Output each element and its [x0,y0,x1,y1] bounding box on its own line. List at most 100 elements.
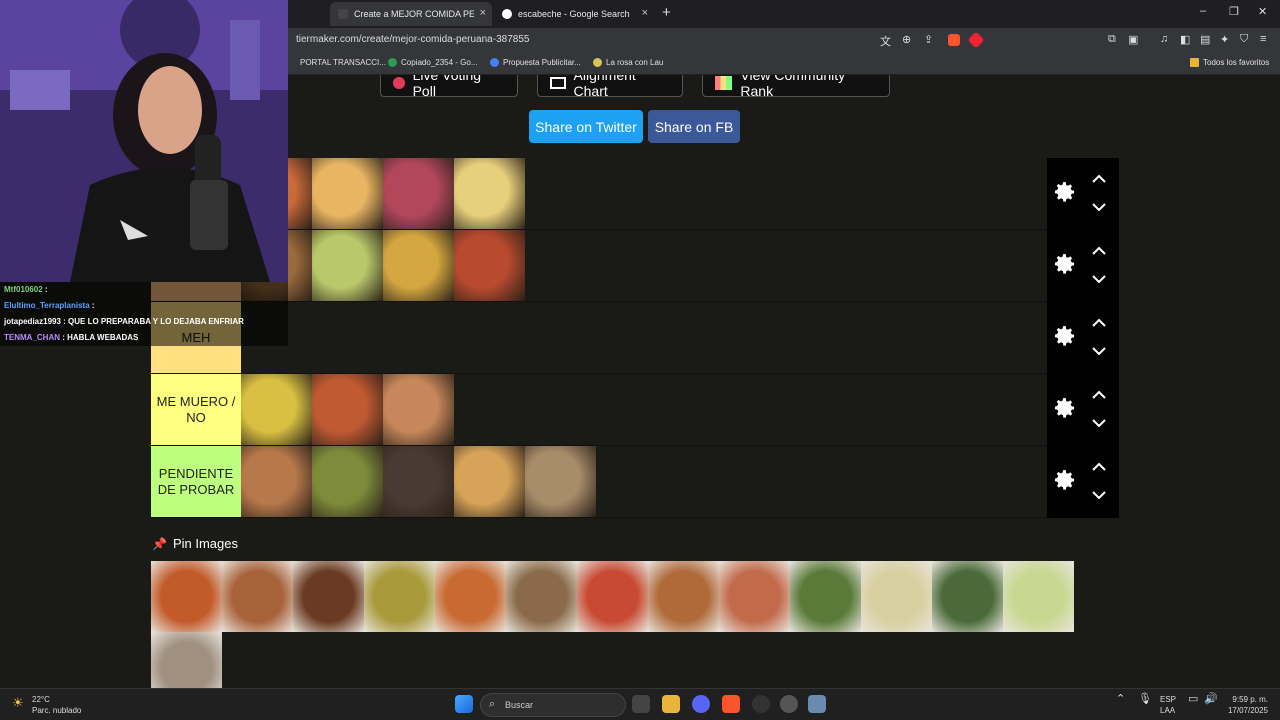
share-fb-button[interactable]: Share on FB [648,110,740,143]
chevron-down-icon[interactable] [1091,346,1107,356]
tier-food-image[interactable] [241,374,312,445]
task-view-icon[interactable] [632,695,650,713]
chat-username: TENMA_CHAN [4,333,60,342]
view-community-rank-button[interactable]: View Community Rank [702,75,890,99]
share-twitter-button[interactable]: Share on Twitter [529,110,643,143]
file-explorer-icon[interactable] [662,695,680,713]
pin-food-image[interactable] [577,561,648,632]
all-bookmarks-folder[interactable]: Todos los favoritos [1190,58,1269,67]
tier-food-image[interactable] [241,446,312,517]
close-window-button[interactable]: ✕ [1258,5,1267,18]
chevron-up-icon[interactable] [1091,318,1107,328]
pin-food-image[interactable] [861,561,932,632]
bookmark-item[interactable]: PORTAL TRANSACCI... [300,58,386,67]
pin-food-image[interactable] [151,561,222,632]
headset-icon[interactable] [780,695,798,713]
chevron-down-icon[interactable] [1091,418,1107,428]
clock[interactable]: 9:59 p. m. 17/07/2025 [1222,694,1268,716]
gear-icon[interactable] [1053,396,1077,420]
bookmark-item[interactable]: Copiado_2354 - Go... [388,58,478,67]
tier-food-image[interactable] [312,230,383,301]
zoom-icon[interactable]: ⊕ [902,33,911,46]
pin-food-image[interactable] [648,561,719,632]
gear-icon[interactable] [1053,180,1077,204]
tier-food-image[interactable] [383,374,454,445]
tier-row [151,158,1119,230]
music-icon[interactable]: ♫ [1160,33,1168,45]
chevron-down-icon[interactable] [1091,490,1107,500]
network-icon[interactable]: ▭ [1188,694,1198,705]
tab-tiermaker[interactable]: Create a MEJOR COMIDA PERUANA × [330,2,492,26]
tier-food-image[interactable] [383,446,454,517]
pin-food-image[interactable] [151,632,222,688]
brave-shield-icon[interactable] [948,34,960,46]
gear-icon[interactable] [1053,324,1077,348]
button-label: Alignment Chart [573,75,636,99]
brave-browser-icon[interactable] [722,695,740,713]
chat-text: QUE LO PREPARABA Y LO DEJABA ENFRIAR [68,317,244,326]
pin-food-image[interactable] [222,561,293,632]
chat-separator: : [60,317,69,326]
tier-food-image[interactable] [312,374,383,445]
pin-food-image[interactable] [1003,561,1074,632]
app-icon[interactable] [808,695,826,713]
tier-food-image[interactable] [454,446,525,517]
pin-food-image[interactable] [435,561,506,632]
tier-food-image[interactable] [383,230,454,301]
close-tab-icon[interactable]: × [480,7,486,19]
pin-food-image[interactable] [506,561,577,632]
pin-food-image[interactable] [790,561,861,632]
chevron-up-icon[interactable] [1091,174,1107,184]
brave-rewards-icon[interactable] [967,31,985,49]
translate-icon[interactable]: 文 [880,33,891,49]
pin-food-image[interactable] [719,561,790,632]
pin-food-image[interactable] [293,561,364,632]
doc-icon [490,58,499,67]
url-field[interactable]: tiermaker.com/create/mejor-comida-peruan… [296,34,529,45]
gear-icon[interactable] [1053,252,1077,276]
tier-food-image[interactable] [454,230,525,301]
extensions-icon[interactable]: ⧉ [1108,33,1116,46]
tier-food-image[interactable] [383,158,454,229]
menu-icon[interactable]: ≡ [1260,33,1266,45]
tray-chevron-icon[interactable]: ⌃ [1116,694,1125,705]
pin-food-image[interactable] [364,561,435,632]
microphone-icon[interactable]: 🎙 [1138,694,1152,705]
sidebar-icon[interactable]: ◧ [1180,33,1190,46]
weather-widget[interactable]: ☀ 22°C Parc. nublado [12,694,81,716]
pin-food-image[interactable] [932,561,1003,632]
new-tab-button[interactable]: + [662,4,671,21]
volume-icon[interactable]: 🔊 [1204,694,1218,705]
chevron-up-icon[interactable] [1091,246,1107,256]
chevron-up-icon[interactable] [1091,390,1107,400]
tier-label[interactable]: ME MUERO / NO [151,374,241,445]
gear-icon[interactable] [1053,468,1077,492]
windows-start-icon[interactable] [455,695,473,713]
close-tab-icon[interactable]: × [642,7,648,19]
tier-food-image[interactable] [312,158,383,229]
language-indicator[interactable]: ESP LAA [1160,694,1176,716]
share-icon[interactable]: ⇪ [924,33,933,46]
alignment-chart-button[interactable]: Alignment Chart [537,75,683,99]
wallet-icon[interactable]: ▤ [1200,33,1210,46]
vpn-shield-icon[interactable]: ⛉ [1240,33,1248,46]
bookmark-item[interactable]: La rosa con Lau [593,58,663,67]
bookmark-item[interactable]: Propuesta Publicitar... [490,58,581,67]
discord-icon[interactable] [692,695,710,713]
chevron-up-icon[interactable] [1091,462,1107,472]
chevron-down-icon[interactable] [1091,202,1107,212]
tier-label[interactable]: PENDIENTE DE PROBAR [151,446,241,517]
tier-food-image[interactable] [525,446,596,517]
minimize-button[interactable]: – [1200,5,1206,17]
chat-username: jotapediaz1993 [4,317,61,326]
leo-ai-icon[interactable]: ✦ [1220,33,1229,46]
tier-food-image[interactable] [454,158,525,229]
live-voting-poll-button[interactable]: Live Voting Poll [380,75,518,99]
obs-icon[interactable] [752,695,770,713]
tab-google[interactable]: escabeche - Google Search × [494,2,654,26]
chevron-down-icon[interactable] [1091,274,1107,284]
screenshot-icon[interactable]: ▣ [1128,33,1138,46]
restore-button[interactable]: ❐ [1229,5,1239,18]
tier-food-image[interactable] [312,446,383,517]
taskbar-search[interactable]: ⌕ Buscar [480,693,626,717]
